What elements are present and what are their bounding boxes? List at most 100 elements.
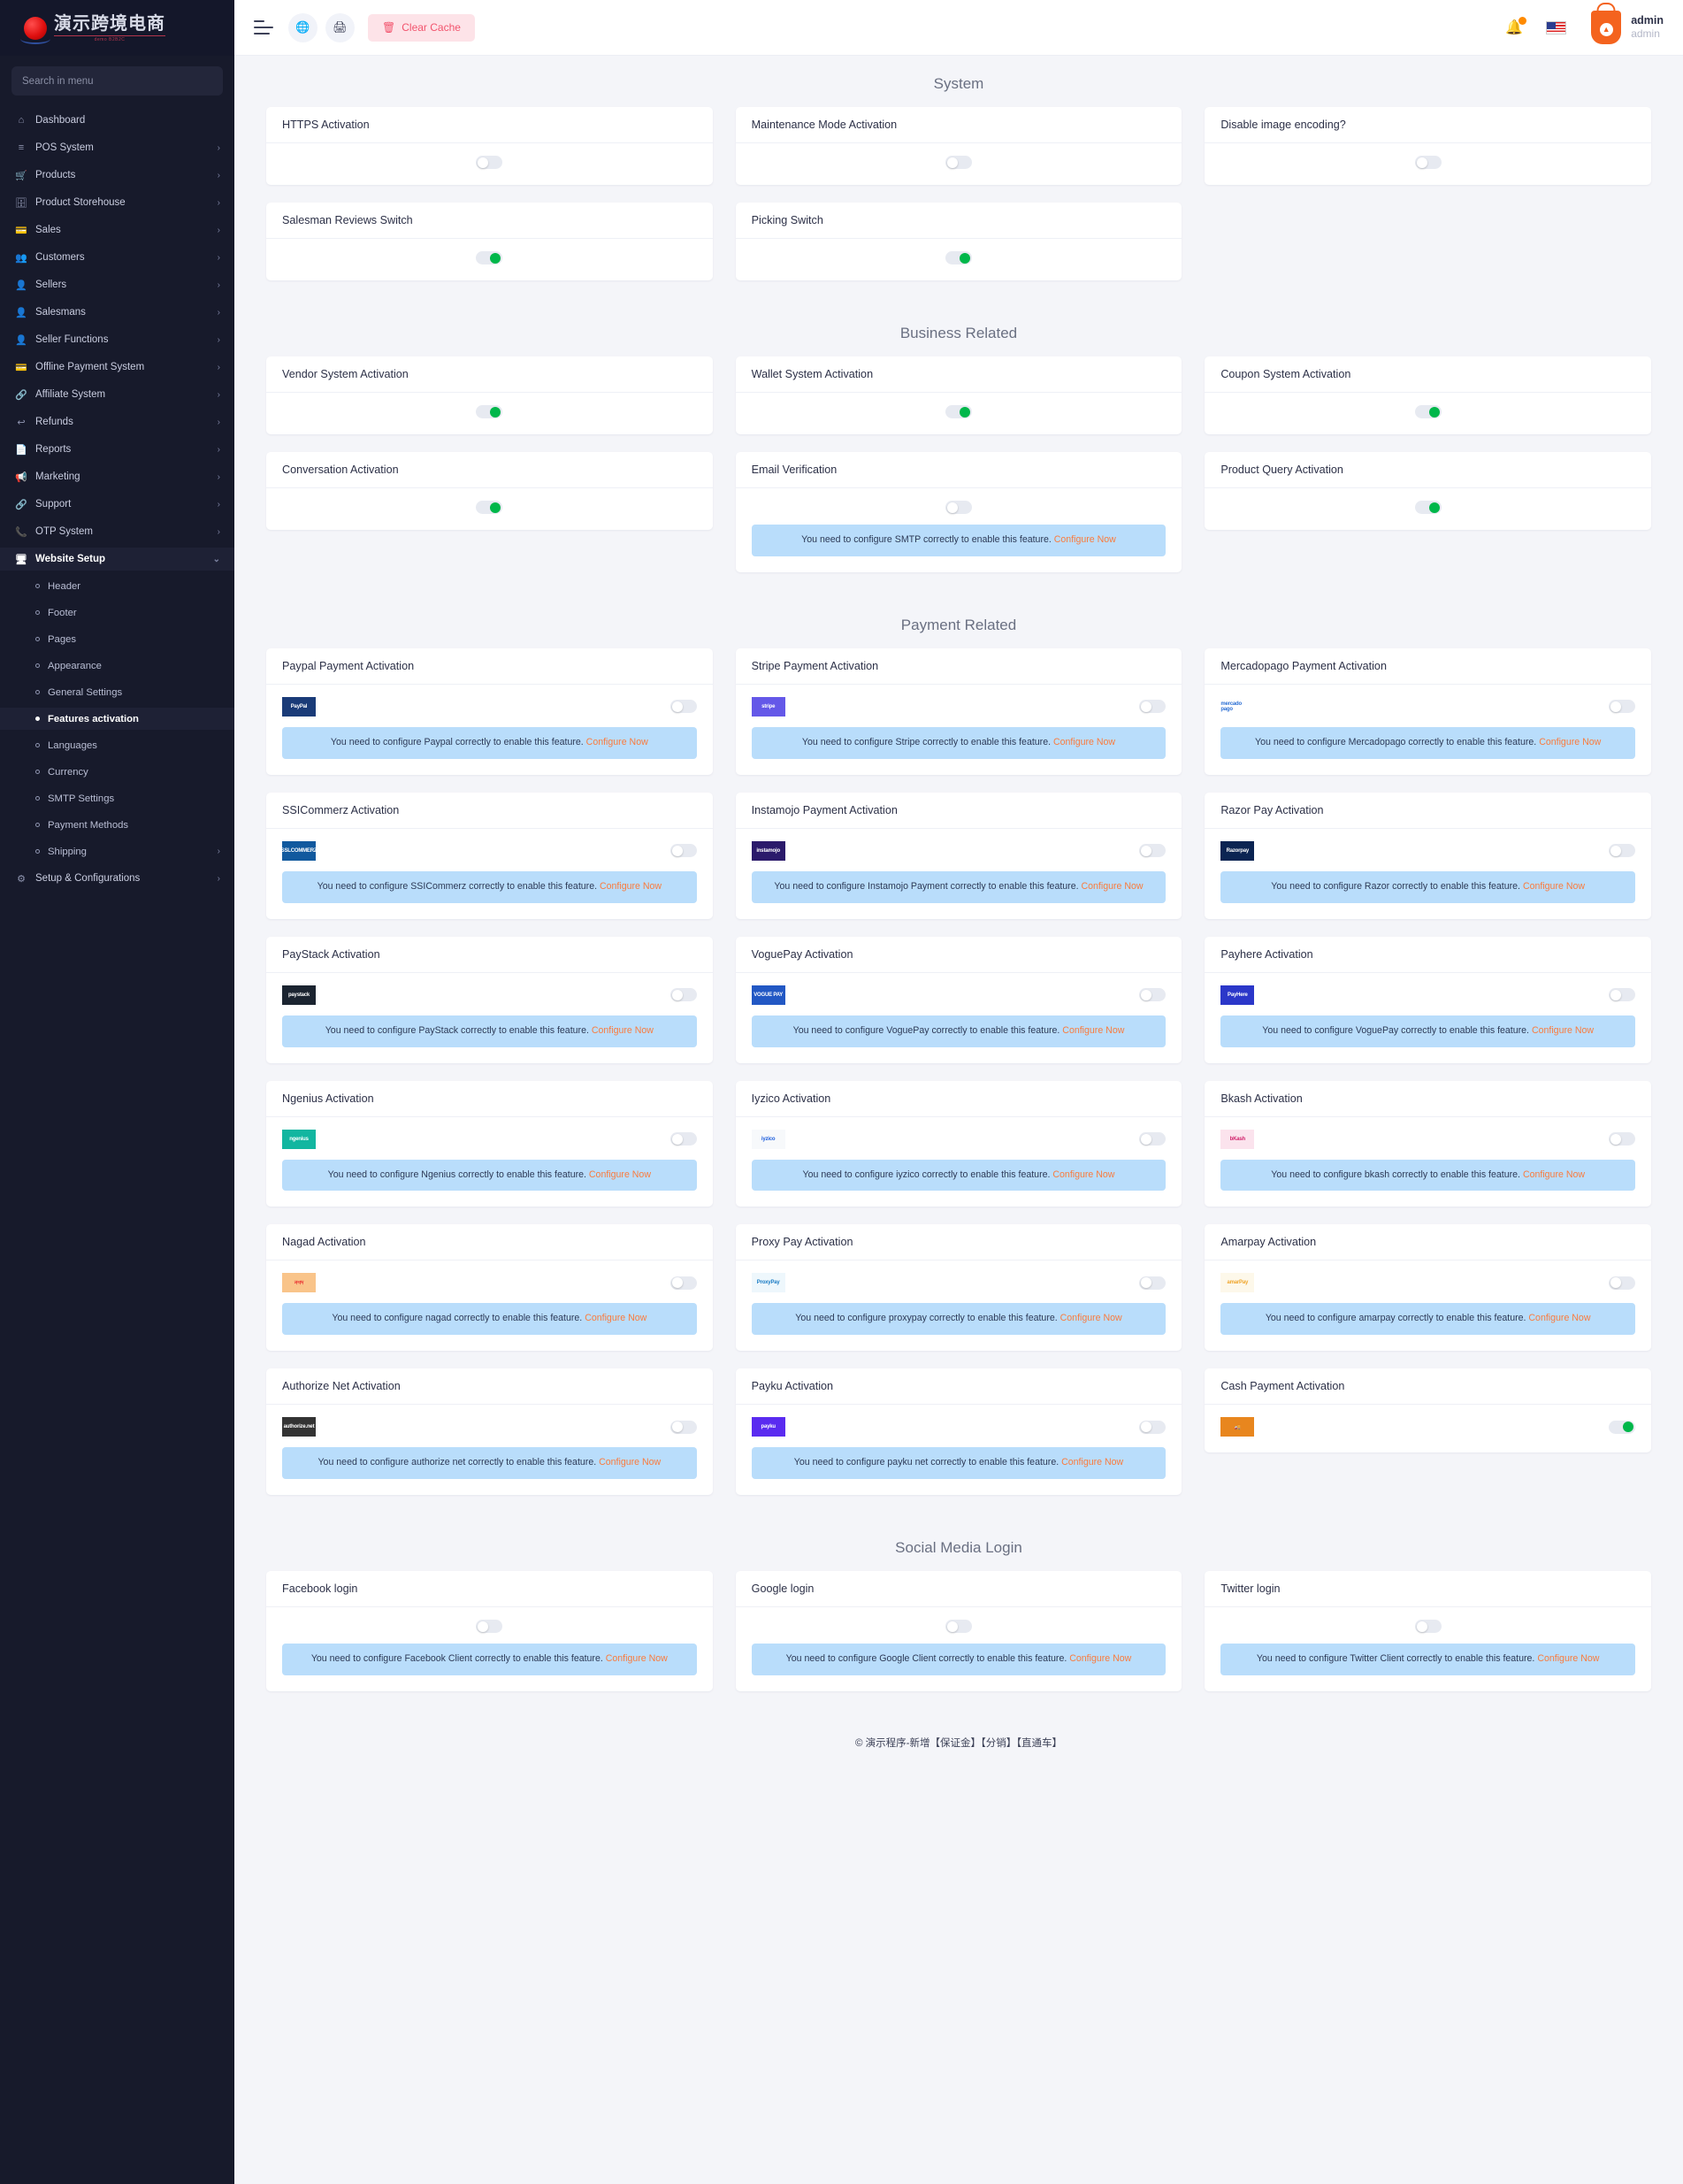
toggle-knob: [671, 845, 683, 856]
feature-toggle[interactable]: [669, 1132, 697, 1146]
configure-now-link[interactable]: Configure Now: [589, 1169, 651, 1180]
sidebar-item-marketing[interactable]: 📢 Marketing ›: [0, 465, 234, 488]
configure-now-link[interactable]: Configure Now: [1052, 1169, 1114, 1180]
configure-now-link[interactable]: Configure Now: [1081, 881, 1143, 892]
notification-bell-icon[interactable]: 🔔: [1505, 17, 1527, 36]
feature-toggle[interactable]: [1608, 1276, 1635, 1290]
configure-now-link[interactable]: Configure Now: [1537, 1653, 1599, 1664]
feature-toggle[interactable]: [945, 1620, 972, 1634]
sidebar-subitem-footer[interactable]: Footer: [0, 602, 234, 624]
sidebar-item-setup-configurations[interactable]: ⚙ Setup & Configurations ›: [0, 867, 234, 890]
feature-toggle[interactable]: [1608, 700, 1635, 714]
sidebar-item-refunds[interactable]: ↩ Refunds ›: [0, 410, 234, 433]
configure-now-link[interactable]: Configure Now: [1060, 1313, 1122, 1323]
menu-toggle-icon[interactable]: [254, 20, 273, 34]
feature-toggle[interactable]: [476, 251, 503, 264]
sidebar-subitem-smtp-settings[interactable]: SMTP Settings: [0, 787, 234, 809]
configure-now-link[interactable]: Configure Now: [592, 1025, 654, 1036]
sidebar-item-salesmans[interactable]: 👤 Salesmans ›: [0, 301, 234, 324]
sidebar-item-website-setup[interactable]: 🖥 Website Setup ⌄: [0, 548, 234, 571]
feature-card-title: Amarpay Activation: [1205, 1224, 1651, 1261]
feature-toggle[interactable]: [669, 844, 697, 858]
avatar[interactable]: ▲: [1591, 11, 1622, 44]
feature-toggle[interactable]: [945, 405, 972, 418]
sidebar-item-support[interactable]: 🔗 Support ›: [0, 493, 234, 516]
feature-toggle[interactable]: [1139, 1132, 1167, 1146]
feature-toggle[interactable]: [1414, 405, 1442, 418]
sidebar-subitem-pages[interactable]: Pages: [0, 628, 234, 650]
feature-toggle[interactable]: [669, 988, 697, 1002]
configure-now-link[interactable]: Configure Now: [1528, 1313, 1590, 1323]
feature-toggle[interactable]: [1608, 988, 1635, 1002]
search-input[interactable]: [11, 66, 223, 96]
brand-logo[interactable]: 演示跨境电商 demo B2B2C: [0, 0, 234, 56]
configure-now-link[interactable]: Configure Now: [1532, 1025, 1594, 1036]
sidebar-item-offline-payment-system[interactable]: 💳 Offline Payment System ›: [0, 356, 234, 379]
feature-toggle[interactable]: [1414, 501, 1442, 514]
sidebar-subitem-shipping[interactable]: Shipping ›: [0, 840, 234, 862]
configure-now-link[interactable]: Configure Now: [606, 1653, 668, 1664]
feature-card-body: iyzico You need to configure iyzico corre…: [736, 1117, 1182, 1207]
configure-now-link[interactable]: Configure Now: [600, 881, 662, 892]
feature-toggle[interactable]: [1608, 1420, 1635, 1434]
language-flag-icon[interactable]: [1546, 20, 1567, 34]
config-warning-text: You need to configure Facebook Client co…: [310, 1653, 606, 1665]
sidebar-subitem-features-activation[interactable]: Features activation: [0, 708, 234, 730]
sidebar-item-affiliate-system[interactable]: 🔗 Affiliate System ›: [0, 383, 234, 406]
configure-now-link[interactable]: Configure Now: [599, 1457, 661, 1467]
user-menu[interactable]: admin admin: [1631, 14, 1664, 42]
configure-now-link[interactable]: Configure Now: [1523, 881, 1585, 892]
feature-toggle[interactable]: [1139, 988, 1167, 1002]
sidebar-subitem-languages[interactable]: Languages: [0, 734, 234, 756]
feature-toggle[interactable]: [669, 1276, 697, 1290]
sidebar-item-label: Refunds: [35, 417, 73, 427]
sidebar-subitem-general-settings[interactable]: General Settings: [0, 681, 234, 703]
feature-toggle[interactable]: [669, 700, 697, 714]
sidebar-item-product-storehouse[interactable]: 🗄 Product Storehouse ›: [0, 191, 234, 214]
feature-toggle[interactable]: [1608, 1132, 1635, 1146]
feature-toggle[interactable]: [1608, 844, 1635, 858]
configure-now-link[interactable]: Configure Now: [1054, 534, 1116, 545]
configure-now-link[interactable]: Configure Now: [1539, 737, 1601, 747]
configure-now-link[interactable]: Configure Now: [586, 737, 648, 747]
feature-toggle[interactable]: [476, 156, 503, 169]
clear-cache-button[interactable]: 🗑 Clear Cache: [368, 13, 475, 42]
printer-icon[interactable]: 🖨: [325, 12, 355, 42]
sidebar-item-sales[interactable]: 💳 Sales ›: [0, 218, 234, 241]
sidebar-item-sellers[interactable]: 👤 Sellers ›: [0, 273, 234, 296]
configure-now-link[interactable]: Configure Now: [1062, 1025, 1124, 1036]
feature-toggle[interactable]: [945, 251, 972, 264]
feature-toggle[interactable]: [1139, 1420, 1167, 1434]
sidebar-item-products[interactable]: 🛒 Products ›: [0, 164, 234, 187]
sidebar-item-dashboard[interactable]: ⌂ Dashboard: [0, 109, 234, 132]
sidebar-subitem-appearance[interactable]: Appearance: [0, 655, 234, 677]
configure-now-link[interactable]: Configure Now: [1053, 737, 1115, 747]
feature-toggle[interactable]: [945, 156, 972, 169]
globe-icon[interactable]: 🌐: [288, 12, 317, 42]
configure-now-link[interactable]: Configure Now: [1069, 1653, 1131, 1664]
feature-card-body: stripe You need to configure Stripe corre…: [736, 685, 1182, 775]
feature-toggle[interactable]: [476, 501, 503, 514]
feature-toggle[interactable]: [1414, 1620, 1442, 1634]
configure-now-link[interactable]: Configure Now: [1523, 1169, 1585, 1180]
sidebar-subitem-header[interactable]: Header: [0, 575, 234, 597]
sidebar-item-customers[interactable]: 👥 Customers ›: [0, 246, 234, 269]
feature-toggle[interactable]: [1139, 844, 1167, 858]
feature-toggle[interactable]: [476, 1620, 503, 1634]
feature-toggle[interactable]: [1139, 700, 1167, 714]
feature-toggle[interactable]: [476, 405, 503, 418]
sidebar-subitem-label: SMTP Settings: [48, 793, 115, 804]
configure-now-link[interactable]: Configure Now: [1061, 1457, 1123, 1467]
sidebar-item-otp-system[interactable]: 📞 OTP System ›: [0, 520, 234, 543]
sidebar-item-pos-system[interactable]: ≡ POS System ›: [0, 136, 234, 159]
sidebar-subitem-payment-methods[interactable]: Payment Methods: [0, 814, 234, 836]
feature-toggle[interactable]: [945, 501, 972, 514]
config-warning-text: You need to configure SSICommerz correct…: [317, 880, 600, 892]
feature-toggle[interactable]: [1414, 156, 1442, 169]
configure-now-link[interactable]: Configure Now: [585, 1313, 646, 1323]
sidebar-subitem-currency[interactable]: Currency: [0, 761, 234, 783]
feature-toggle[interactable]: [1139, 1276, 1167, 1290]
feature-toggle[interactable]: [669, 1420, 697, 1434]
sidebar-item-seller-functions[interactable]: 👤 Seller Functions ›: [0, 328, 234, 351]
sidebar-item-reports[interactable]: 📄 Reports ›: [0, 438, 234, 461]
